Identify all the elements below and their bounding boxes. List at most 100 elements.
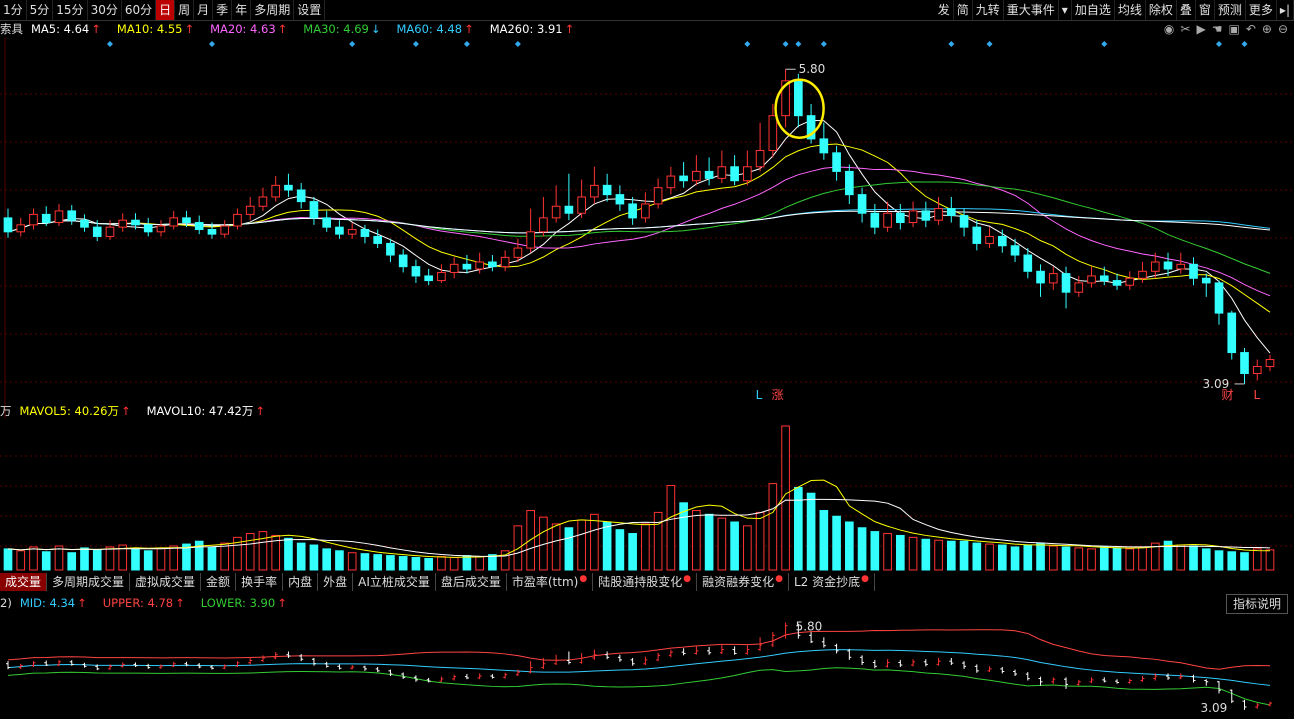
- period-tab[interactable]: 设置: [294, 0, 326, 20]
- zoom-in-icon[interactable]: ⊕: [1262, 22, 1272, 36]
- mavol5-line: [7, 479, 1271, 558]
- boll-upper-line: [7, 629, 1271, 670]
- candle-body: [41, 213, 51, 224]
- period-tab[interactable]: 季: [213, 0, 233, 20]
- volume-bar: [997, 544, 1007, 571]
- indicator-tab[interactable]: 成交量: [0, 573, 48, 591]
- candle-body: [819, 138, 829, 154]
- volume-bar: [921, 538, 931, 571]
- period-tab[interactable]: 周: [175, 0, 195, 20]
- toolbar-button[interactable]: 叠: [1177, 0, 1196, 20]
- indicator-tab-label: 换手率: [241, 575, 278, 589]
- volume-bar: [67, 552, 77, 571]
- volume-chart[interactable]: [0, 420, 1294, 572]
- volume-bar: [946, 540, 956, 571]
- candle-body: [666, 175, 676, 189]
- candle-body: [997, 235, 1007, 247]
- toolbar-button[interactable]: 简: [954, 0, 973, 20]
- candle-body: [322, 217, 332, 228]
- candle-body: [118, 219, 128, 228]
- period-tab[interactable]: 月: [194, 0, 214, 20]
- period-tab[interactable]: 日: [156, 0, 176, 20]
- signal-marker: [349, 41, 356, 47]
- candle-body: [1176, 263, 1186, 270]
- legend-value: LOWER: 3.90: [200, 596, 276, 610]
- toolbar-button[interactable]: 均线: [1115, 0, 1146, 20]
- candle-body: [1036, 270, 1045, 284]
- candle-body: [768, 115, 778, 152]
- toolbar-button[interactable]: 加自选: [1072, 0, 1115, 20]
- volume-bar: [29, 546, 38, 571]
- indicator-tab[interactable]: 陆股通持股变化●: [593, 573, 698, 591]
- scissors-icon[interactable]: ✂: [1180, 22, 1190, 36]
- toolbar-button[interactable]: ▾: [1059, 0, 1072, 20]
- indicator-tab[interactable]: 融资融券变化●: [697, 573, 789, 591]
- candle-body: [730, 166, 739, 182]
- new-badge-icon: ●: [683, 574, 692, 584]
- volume-bar: [1036, 542, 1045, 571]
- toolbar-button[interactable]: 九转: [973, 0, 1004, 20]
- volume-bar: [513, 525, 523, 571]
- indicator-tab[interactable]: 虚拟成交量: [130, 573, 202, 591]
- event-marker: L: [1254, 388, 1261, 402]
- play-icon[interactable]: ▶: [1196, 22, 1205, 36]
- toolbar-button[interactable]: 更多: [1246, 0, 1277, 20]
- indicator-tab[interactable]: AI立桩成交量: [353, 573, 436, 591]
- hand-icon[interactable]: ☚: [1212, 22, 1223, 36]
- indicator-tab[interactable]: 外盘: [318, 573, 354, 591]
- legend-item: MAVOL5: 40.26万 ↑: [20, 403, 139, 419]
- legend-value: MID: 4.34: [19, 596, 76, 610]
- indicator-tab-label: 盘后成交量: [440, 575, 501, 589]
- indicator-tab[interactable]: 金额: [201, 573, 237, 591]
- volume-bar: [143, 550, 153, 571]
- volume-bar: [1189, 545, 1198, 571]
- candle-body: [3, 217, 13, 233]
- eye-icon[interactable]: ◉: [1164, 22, 1174, 36]
- period-tab[interactable]: 5分: [27, 0, 54, 20]
- volume-bar: [895, 534, 905, 571]
- zoom-out-icon[interactable]: ⊖: [1278, 22, 1288, 36]
- period-tab[interactable]: 15分: [53, 0, 88, 20]
- period-tab[interactable]: 1分: [0, 0, 27, 20]
- period-tab[interactable]: 年: [232, 0, 252, 20]
- indicator-tab[interactable]: 市盈率(ttm)●: [507, 573, 594, 591]
- period-tab[interactable]: 多周期: [251, 0, 295, 20]
- toolbar-button[interactable]: 发: [935, 0, 954, 20]
- volume-bar: [883, 533, 892, 571]
- arrow-down-icon: ↓: [370, 22, 381, 36]
- period-tab[interactable]: 30分: [88, 0, 122, 20]
- lock-icon[interactable]: ▣: [1228, 22, 1239, 36]
- new-badge-icon: ●: [775, 574, 783, 584]
- volume-bar: [258, 531, 268, 571]
- volume-bar: [730, 521, 739, 571]
- toolbar-button[interactable]: ▸|: [1277, 0, 1294, 20]
- indicator-tab[interactable]: 多周期成交量: [47, 573, 131, 591]
- legend-prefix: 万: [0, 404, 12, 418]
- indicator-tab[interactable]: 盘后成交量: [436, 573, 507, 591]
- high-price-label: 5.80: [799, 62, 826, 76]
- volume-bar: [743, 525, 752, 571]
- volume-legend: 万 MAVOL5: 40.26万 ↑ MAVOL10: 47.42万 ↑: [0, 403, 281, 419]
- period-tab[interactable]: 60分: [122, 0, 157, 20]
- indicator-help-button[interactable]: 指标说明: [1225, 594, 1288, 614]
- undo-icon[interactable]: ↶: [1246, 22, 1256, 36]
- volume-bar: [1099, 546, 1109, 571]
- toolbar-button[interactable]: 除权: [1146, 0, 1177, 20]
- toolbar-button[interactable]: 预测: [1215, 0, 1246, 20]
- indicator-tab[interactable]: L2 资金抄底●: [789, 573, 875, 591]
- indicator-tab[interactable]: 内盘: [283, 573, 319, 591]
- arrow-up-icon: ↑: [277, 22, 288, 36]
- candle-body: [870, 212, 880, 228]
- signal-marker: [948, 41, 955, 47]
- candle-body: [1112, 280, 1122, 286]
- candlestick-chart[interactable]: 5.803.09L 涨财 L: [0, 38, 1294, 418]
- toolbar-button[interactable]: 窗: [1196, 0, 1215, 20]
- arrow-up-icon: ↑: [277, 596, 287, 610]
- signal-marker: [782, 41, 789, 47]
- volume-bar: [3, 548, 13, 571]
- legend-prefix: 索具: [0, 22, 23, 36]
- indicator-tab[interactable]: 换手率: [236, 573, 284, 591]
- boll-chart[interactable]: 5.80 3.09: [0, 612, 1294, 718]
- legend-value: MAVOL5: 40.26万: [19, 404, 119, 418]
- toolbar-button[interactable]: 重大事件: [1004, 0, 1059, 20]
